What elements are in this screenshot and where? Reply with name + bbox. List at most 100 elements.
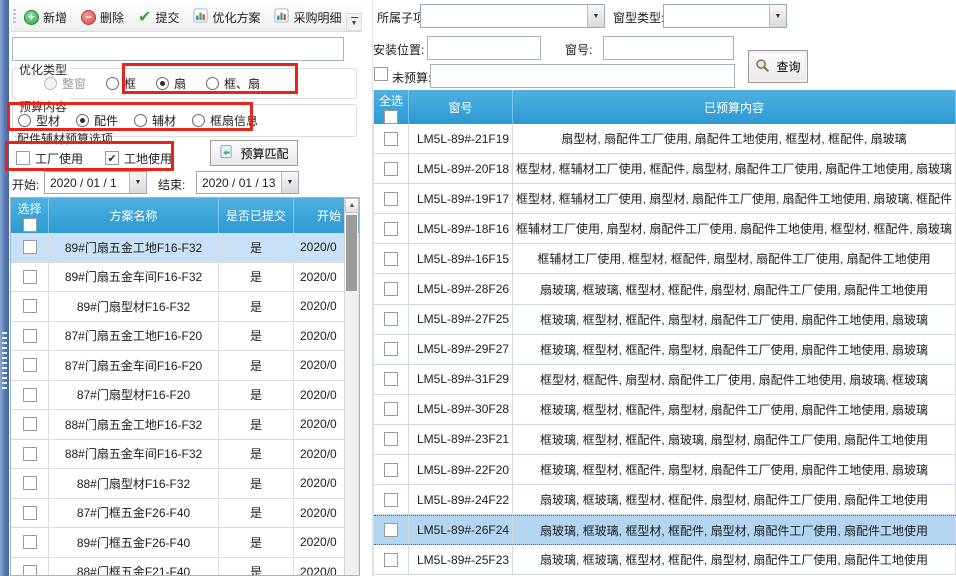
- row-checkbox[interactable]: [23, 270, 37, 284]
- window-table-row[interactable]: LM5L-89#-30F28框玻璃, 框型材, 框配件, 扇型材, 扇配件工厂使…: [374, 395, 956, 425]
- row-checkbox[interactable]: [384, 252, 398, 266]
- row-checkbox[interactable]: [384, 523, 398, 537]
- row-checkbox[interactable]: [23, 329, 37, 343]
- row-checkbox[interactable]: [23, 358, 37, 372]
- row-checkbox[interactable]: [23, 240, 37, 254]
- budget-match-button[interactable]: 预算匹配: [210, 140, 298, 166]
- query-button[interactable]: 查询: [748, 50, 808, 83]
- window-table-row[interactable]: LM5L-89#-20F18框型材, 框辅材工厂使用, 框配件, 扇型材, 扇配…: [374, 154, 956, 184]
- select-all-checkbox[interactable]: [23, 218, 37, 232]
- plan-table-row[interactable]: 87#门扇五金车间F16-F20是2020/0: [11, 351, 359, 381]
- row-checkbox[interactable]: [384, 372, 398, 386]
- window-table-row[interactable]: LM5L-89#-19F17框型材, 框辅材工厂使用, 扇型材, 扇配件工厂使用…: [374, 184, 956, 214]
- plan-table-row[interactable]: 89#门扇五金车间F16-F32是2020/0: [11, 263, 359, 293]
- window-no-input[interactable]: [603, 36, 734, 60]
- sub-item-select[interactable]: ▼: [420, 4, 605, 28]
- row-checkbox[interactable]: [23, 388, 37, 402]
- row-checkbox[interactable]: [384, 162, 398, 176]
- window-table-row[interactable]: LM5L-89#-22F20框玻璃, 框型材, 框配件, 扇型材, 扇配件工厂使…: [374, 455, 956, 485]
- plan-table-scrollbar[interactable]: ▲: [344, 198, 358, 575]
- radio-frame-sash-info[interactable]: 框扇信息: [192, 112, 258, 129]
- plan-table-row[interactable]: 88#门扇五金车间F16-F32是2020/0: [11, 440, 359, 470]
- plan-table-row[interactable]: 88#门扇型材F16-F32是2020/0: [11, 469, 359, 499]
- date-end-picker[interactable]: 2020 / 01 / 13 ▼: [196, 171, 299, 194]
- plan-table-row[interactable]: 88#门扇五金工地F16-F32是2020/0: [11, 410, 359, 440]
- date-start-picker[interactable]: 2020 / 01 / 1 ▼: [44, 171, 147, 194]
- plan-table-row[interactable]: 88#门框五金F21-F40是2020/0: [11, 558, 359, 576]
- window-table-row[interactable]: LM5L-89#-31F29框型材, 框配件, 扇型材, 扇配件工厂使用, 扇配…: [374, 365, 956, 395]
- window-table-row[interactable]: LM5L-89#-24F22扇玻璃, 框玻璃, 框型材, 框配件, 扇型材, 扇…: [374, 485, 956, 515]
- plan-table-row[interactable]: 87#门扇五金工地F16-F20是2020/0: [11, 322, 359, 352]
- row-checkbox[interactable]: [23, 476, 37, 490]
- radio-frame-sash[interactable]: 框、扇: [206, 75, 260, 92]
- row-checkbox[interactable]: [23, 447, 37, 461]
- plan-name-column-header[interactable]: 方案名称: [49, 198, 219, 233]
- row-checkbox[interactable]: [384, 493, 398, 507]
- window-table-row[interactable]: LM5L-89#-26F24扇玻璃, 框玻璃, 框型材, 框配件, 扇型材, 扇…: [374, 515, 956, 545]
- budgeted-content-cell: 扇型材, 扇配件工厂使用, 扇配件工地使用, 框型材, 框配件, 扇玻璃: [513, 124, 956, 153]
- row-checkbox[interactable]: [384, 432, 398, 446]
- submitted-column-header[interactable]: 是否已提交: [219, 198, 294, 233]
- window-type-select[interactable]: ▼: [663, 4, 787, 28]
- radio-icon: [44, 77, 57, 90]
- delete-button[interactable]: −删除: [77, 7, 128, 28]
- plan-table-row[interactable]: 87#门框五金F26-F40是2020/0: [11, 499, 359, 529]
- radio-aux-material[interactable]: 辅材: [134, 112, 176, 129]
- row-checkbox[interactable]: [384, 282, 398, 296]
- scroll-up-icon[interactable]: ▲: [345, 198, 359, 213]
- select-all-column-header[interactable]: 全选: [374, 90, 409, 124]
- window-no-column-header[interactable]: 窗号: [409, 90, 513, 124]
- splitter-grip-handle[interactable]: [2, 332, 7, 390]
- row-checkbox[interactable]: [23, 565, 37, 576]
- row-checkbox[interactable]: [23, 506, 37, 520]
- row-checkbox[interactable]: [23, 417, 37, 431]
- radio-accessory[interactable]: 配件: [76, 112, 118, 129]
- row-checkbox[interactable]: [384, 192, 398, 206]
- window-no-cell: LM5L-89#-16F15: [409, 244, 513, 273]
- plan-filter-input[interactable]: [12, 37, 344, 61]
- row-checkbox[interactable]: [23, 535, 37, 549]
- row-checkbox[interactable]: [384, 342, 398, 356]
- add-button[interactable]: +新增: [20, 7, 71, 28]
- window-table-row[interactable]: LM5L-89#-16F15框辅材工厂使用, 框型材, 框配件, 扇型材, 扇配…: [374, 244, 956, 274]
- window-table-row[interactable]: LM5L-89#-23F21框玻璃, 框型材, 框配件, 扇玻璃, 扇型材, 扇…: [374, 425, 956, 455]
- plan-table-row[interactable]: 89#门框五金F26-F40是2020/0: [11, 528, 359, 558]
- plan-table-row[interactable]: 89#门扇五金工地F16-F32是2020/0: [11, 233, 359, 263]
- checkbox-factory-use[interactable]: 工厂使用: [16, 150, 83, 167]
- scrollbar-thumb[interactable]: [346, 215, 357, 291]
- plan-table-row[interactable]: 87#门扇型材F16-F20是2020/0: [11, 381, 359, 411]
- chevron-down-icon[interactable]: ▼: [587, 5, 604, 27]
- toolbar-overflow-button[interactable]: ▼: [346, 13, 362, 31]
- chevron-down-icon[interactable]: ▼: [281, 172, 298, 193]
- row-checkbox[interactable]: [384, 553, 398, 567]
- row-checkbox[interactable]: [384, 312, 398, 326]
- submit-button[interactable]: ✔提交: [134, 7, 183, 28]
- no-budget-input[interactable]: [430, 64, 735, 88]
- chevron-down-icon[interactable]: ▼: [129, 172, 146, 193]
- window-table-row[interactable]: LM5L-89#-27F25框玻璃, 框型材, 框配件, 扇型材, 扇配件工厂使…: [374, 305, 956, 335]
- window-table-row[interactable]: LM5L-89#-29F27框玻璃, 框型材, 框配件, 扇型材, 扇配件工厂使…: [374, 335, 956, 365]
- radio-whole-window[interactable]: 整窗: [44, 75, 86, 92]
- install-pos-input[interactable]: [427, 36, 541, 60]
- window-table-row[interactable]: LM5L-89#-28F26扇玻璃, 框玻璃, 框型材, 框配件, 扇型材, 扇…: [374, 274, 956, 304]
- no-budget-checkbox[interactable]: [374, 67, 388, 81]
- budgeted-content-column-header[interactable]: 已预算内容: [513, 90, 956, 124]
- radio-sash[interactable]: 扇: [156, 75, 186, 92]
- window-table-row[interactable]: LM5L-89#-18F16框辅材工厂使用, 扇型材, 扇配件工厂使用, 扇配件…: [374, 214, 956, 244]
- plan-table-row[interactable]: 89#门扇型材F16-F32是2020/0: [11, 292, 359, 322]
- row-checkbox[interactable]: [23, 299, 37, 313]
- row-checkbox[interactable]: [384, 463, 398, 477]
- row-checkbox[interactable]: [384, 222, 398, 236]
- chevron-down-icon[interactable]: ▼: [769, 5, 786, 27]
- radio-profile[interactable]: 型材: [18, 112, 60, 129]
- checkbox-site-use[interactable]: ✔工地使用: [105, 150, 172, 167]
- radio-frame[interactable]: 框: [106, 75, 136, 92]
- row-checkbox[interactable]: [384, 132, 398, 146]
- row-checkbox[interactable]: [384, 402, 398, 416]
- window-table-row[interactable]: LM5L-89#-25F23扇玻璃, 框玻璃, 框型材, 框配件, 扇型材, 扇…: [374, 545, 956, 575]
- select-all-checkbox[interactable]: [384, 110, 398, 124]
- select-column-header[interactable]: 选择: [11, 198, 49, 233]
- panel-splitter[interactable]: [362, 0, 373, 576]
- optimize-plan-button[interactable]: 优化方案: [189, 6, 264, 28]
- window-table-row[interactable]: LM5L-89#-21F19扇型材, 扇配件工厂使用, 扇配件工地使用, 框型材…: [374, 124, 956, 154]
